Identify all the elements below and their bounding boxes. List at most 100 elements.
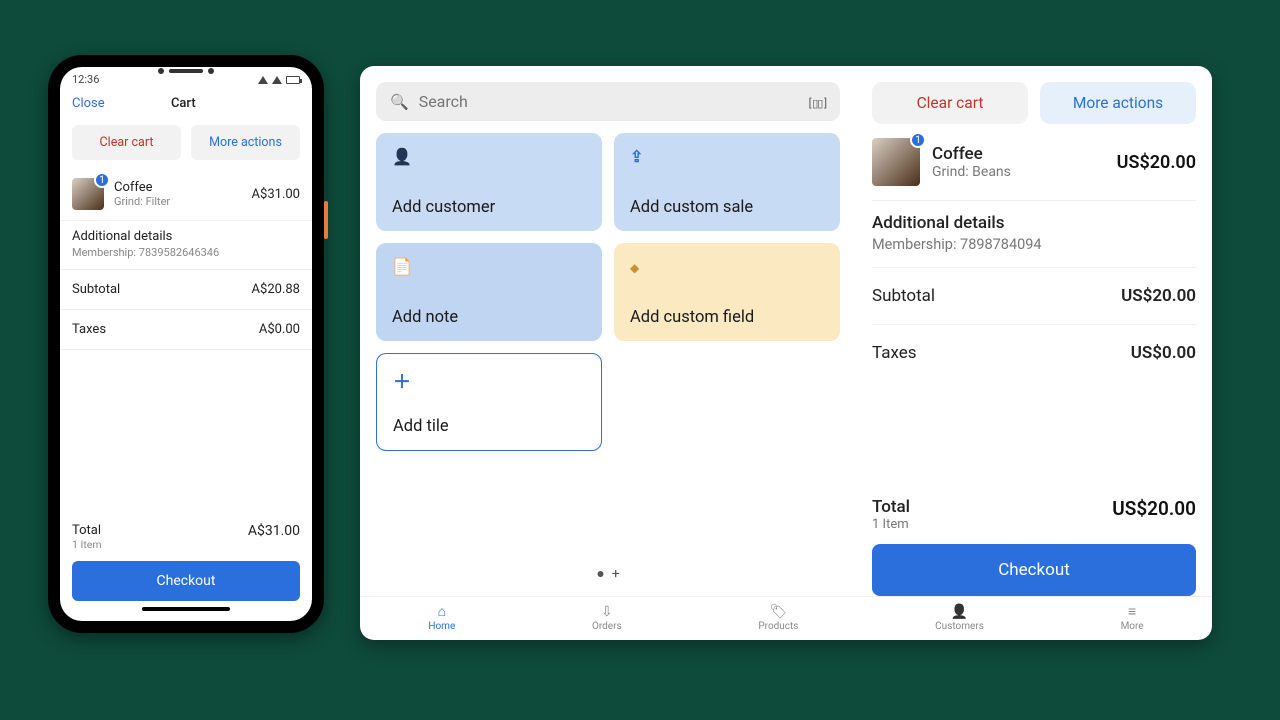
tablet-panel: Add customer Add custom sale Add note Ad… (360, 66, 1212, 640)
subtotal-value: A$20.88 (252, 282, 300, 297)
taxes-label: Taxes (872, 343, 917, 363)
more-actions-button[interactable]: More actions (191, 125, 300, 160)
tile-label: Add custom field (630, 308, 824, 327)
home-indicator (142, 607, 230, 611)
phone-notch (158, 67, 214, 77)
status-icons (258, 76, 300, 84)
taxes-value: A$0.00 (259, 322, 300, 337)
person-icon (392, 147, 586, 166)
product-meta: Coffee Grind: Filter (114, 180, 242, 208)
cart-footer: Total 1 Item US$20.00 Checkout (872, 485, 1196, 596)
membership-value: Membership: 7839582646346 (72, 246, 300, 259)
phone-device-frame: 12:36 Close Cart Clear cart More actions… (48, 55, 324, 633)
search-input[interactable] (419, 92, 799, 111)
additional-details[interactable]: Additional details Membership: 789878409… (872, 201, 1196, 268)
add-customer-tile[interactable]: Add customer (376, 133, 602, 231)
taxes-value: US$0.00 (1131, 343, 1196, 363)
bottom-tab-bar: Home Orders Products Customers More (360, 596, 1212, 640)
product-variant: Grind: Beans (932, 164, 1011, 180)
tab-customers[interactable]: Customers (935, 605, 984, 632)
phone-screen: 12:36 Close Cart Clear cart More actions… (60, 67, 312, 621)
cart-pane: Clear cart More actions 1 Coffee Grind: … (856, 66, 1212, 596)
product-thumbnail: 1 (72, 178, 104, 210)
more-actions-button[interactable]: More actions (1040, 82, 1196, 124)
left-pane: Add customer Add custom sale Add note Ad… (360, 66, 856, 596)
tab-products[interactable]: Products (758, 605, 798, 632)
tablet-body: Add customer Add custom sale Add note Ad… (360, 66, 1212, 596)
taxes-row: Taxes US$0.00 (872, 325, 1196, 381)
additional-details-heading: Additional details (872, 213, 1196, 233)
page-indicator[interactable]: ● + (376, 551, 840, 596)
cart-line-item[interactable]: 1 Coffee Grind: Beans US$20.00 (872, 124, 1196, 201)
home-icon (438, 605, 446, 619)
tab-label: More (1121, 621, 1144, 632)
quantity-badge: 1 (94, 172, 110, 188)
phone-footer: Total 1 Item A$31.00 Checkout (60, 513, 312, 621)
phone-power-button (324, 201, 328, 239)
total-row: Total 1 Item A$31.00 (72, 523, 300, 551)
cart-line-item[interactable]: 1 Coffee Grind: Filter A$31.00 (60, 168, 312, 221)
add-tile-button[interactable]: Add tile (376, 353, 602, 451)
person-icon (951, 605, 968, 619)
clear-cart-button[interactable]: Clear cart (872, 82, 1028, 124)
additional-details[interactable]: Additional details Membership: 783958264… (60, 221, 312, 270)
tag-icon (770, 605, 788, 619)
additional-details-heading: Additional details (72, 229, 300, 244)
battery-icon (286, 76, 300, 84)
total-items: 1 Item (72, 538, 102, 551)
total-items: 1 Item (872, 517, 910, 532)
cart-action-row: Clear cart More actions (872, 82, 1196, 124)
total-amount: US$20.00 (1112, 497, 1196, 520)
tile-label: Add tile (393, 417, 585, 436)
tab-label: Home (428, 621, 455, 632)
checkout-button[interactable]: Checkout (872, 544, 1196, 596)
subtotal-label: Subtotal (872, 286, 935, 306)
signal-icon (272, 76, 282, 84)
add-custom-sale-tile[interactable]: Add custom sale (614, 133, 840, 231)
product-meta: Coffee Grind: Beans (932, 144, 1011, 180)
tile-label: Add custom sale (630, 198, 824, 217)
search-icon (390, 92, 409, 111)
phone-action-row: Clear cart More actions (60, 117, 312, 168)
tab-orders[interactable]: Orders (592, 605, 622, 632)
product-thumbnail: 1 (872, 138, 920, 186)
wifi-icon (258, 76, 268, 84)
product-name: Coffee (114, 180, 242, 195)
phone-nav-bar: Close Cart (60, 90, 312, 117)
tile-label: Add customer (392, 198, 586, 217)
total-label: Total (72, 523, 102, 538)
tab-home[interactable]: Home (428, 605, 455, 632)
tile-grid: Add customer Add custom sale Add note Ad… (376, 133, 840, 451)
product-price: A$31.00 (252, 187, 300, 202)
product-price: US$20.00 (1117, 152, 1196, 173)
tab-label: Products (758, 621, 798, 632)
file-icon (392, 257, 586, 276)
checkout-button[interactable]: Checkout (72, 561, 300, 601)
upload-icon (630, 147, 824, 166)
add-note-tile[interactable]: Add note (376, 243, 602, 341)
tab-label: Orders (592, 621, 622, 632)
search-bar[interactable] (376, 82, 840, 121)
membership-value: Membership: 7898784094 (872, 236, 1196, 253)
total-row: Total 1 Item US$20.00 (872, 497, 1196, 532)
page-title: Cart (171, 96, 196, 111)
add-custom-field-tile[interactable]: Add custom field (614, 243, 840, 341)
product-variant: Grind: Filter (114, 195, 242, 208)
subtotal-row: Subtotal US$20.00 (872, 268, 1196, 325)
subtotal-label: Subtotal (72, 282, 120, 297)
taxes-label: Taxes (72, 322, 106, 337)
total-label: Total (872, 497, 910, 517)
field-icon (630, 257, 824, 276)
barcode-icon[interactable] (809, 92, 826, 111)
more-icon (1128, 605, 1136, 619)
subtotal-value: US$20.00 (1121, 286, 1196, 306)
tab-label: Customers (935, 621, 984, 632)
tab-more[interactable]: More (1121, 605, 1144, 632)
clear-cart-button[interactable]: Clear cart (72, 125, 181, 160)
total-amount: A$31.00 (248, 523, 300, 539)
close-button[interactable]: Close (72, 96, 105, 111)
subtotal-row: Subtotal A$20.88 (60, 270, 312, 310)
product-name: Coffee (932, 144, 1011, 164)
orders-icon (601, 605, 613, 619)
taxes-row: Taxes A$0.00 (60, 310, 312, 350)
